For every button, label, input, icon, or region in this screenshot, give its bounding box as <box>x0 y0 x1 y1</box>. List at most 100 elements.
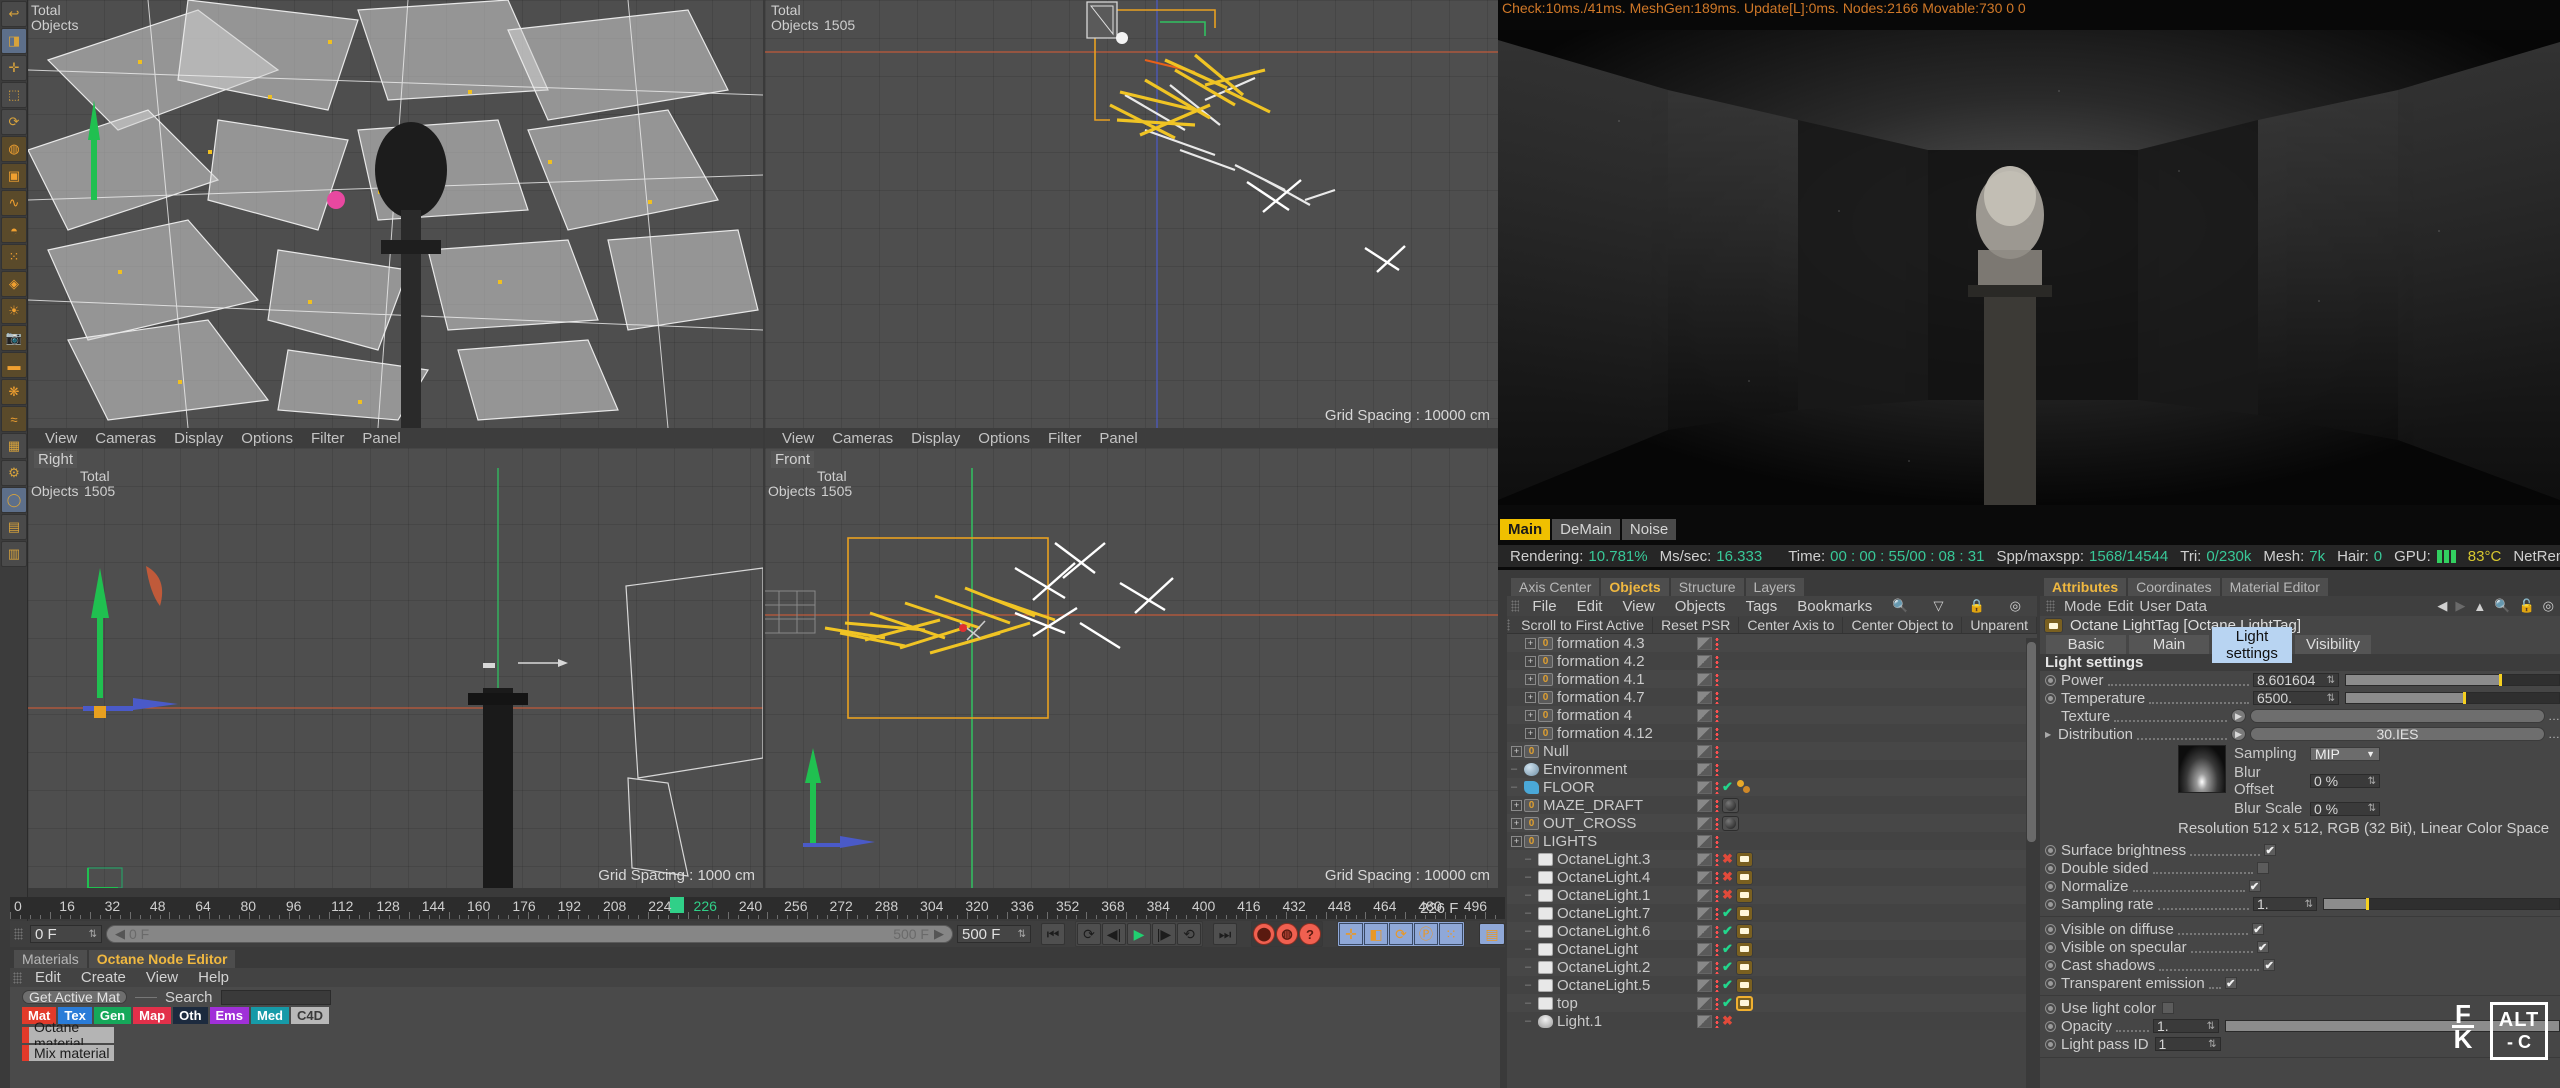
tab-coordinates[interactable]: Coordinates <box>2128 578 2220 596</box>
render-pass-tabs[interactable]: Main DeMain Noise <box>1500 518 1677 540</box>
expand-toggle-icon[interactable]: + <box>1525 691 1536 703</box>
octane-lighttag-icon[interactable] <box>1735 869 1753 885</box>
visibility-dots-icon[interactable] <box>1697 672 1712 686</box>
center-axis-to-button[interactable]: Center Axis to <box>1739 616 1844 633</box>
playback-controls[interactable]: ⟳ ◀| ▶ |▶ ⟲ <box>1075 921 1203 947</box>
normalize-checkbox[interactable]: ✔ <box>2248 880 2261 893</box>
expand-toggle-icon[interactable]: + <box>1525 655 1536 667</box>
disabled-x-icon[interactable]: ✖ <box>1722 869 1733 885</box>
distribution-arrow-icon[interactable]: ▶ <box>2231 727 2246 741</box>
object-row[interactable]: – OctaneLight.6 ✔ <box>1507 922 2037 940</box>
tool-extra-2-icon[interactable]: ▥ <box>1 541 27 567</box>
octane-lighttag-icon[interactable] <box>1735 977 1753 993</box>
menu-view[interactable]: View <box>1612 598 1664 615</box>
tool-undo-icon[interactable]: ↩ <box>1 1 27 27</box>
disabled-x-icon[interactable]: ✖ <box>1722 1013 1733 1029</box>
visible-on-diffuse-checkbox[interactable]: ✔ <box>2251 923 2264 936</box>
visibility-dots-icon[interactable] <box>1697 744 1712 758</box>
scrollbar-thumb[interactable] <box>2027 642 2036 842</box>
node-octane-material[interactable]: Octane material <box>22 1019 114 1051</box>
visibility-dots-icon[interactable] <box>1697 996 1712 1010</box>
attributes-panel[interactable]: Attributes Coordinates Material Editor M… <box>2040 578 2560 1088</box>
timeline-playhead[interactable] <box>670 897 684 913</box>
transparent-emission-radio-icon[interactable] <box>2045 977 2056 989</box>
step-back-button[interactable]: ◀| <box>1102 923 1126 945</box>
vp-menu-options[interactable]: Options <box>232 430 302 447</box>
object-tag-column[interactable] <box>1697 762 1719 776</box>
enable-dots-icon[interactable] <box>1715 780 1719 794</box>
reset-psr-button[interactable]: Reset PSR <box>1653 616 1740 633</box>
center-object-to-button[interactable]: Center Object to <box>1843 616 1963 633</box>
attributes-sub-tabs[interactable]: Basic Main Light settings Visibility <box>2040 626 2560 663</box>
node-editor-menubar[interactable]: Edit Create View Help <box>10 968 1500 987</box>
enabled-check-icon[interactable]: ✔ <box>1722 959 1733 975</box>
enable-dots-icon[interactable] <box>1715 636 1719 650</box>
node-category-tabs[interactable]: Mat Tex Gen Map Oth Ems Med C4D <box>10 1007 1500 1024</box>
visibility-dots-icon[interactable] <box>1697 690 1712 704</box>
visibility-dots-icon[interactable] <box>1697 906 1712 920</box>
expand-toggle-icon[interactable]: + <box>1511 835 1522 847</box>
attributes-panel-tabs[interactable]: Attributes Coordinates Material Editor <box>2040 578 2560 596</box>
opacity-field[interactable]: 1. ⇅ <box>2153 1018 2219 1034</box>
expand-toggle-icon[interactable]: + <box>1511 799 1522 811</box>
light-pass-id-row[interactable]: Light pass ID 1 ⇅ <box>2040 1035 2560 1053</box>
octane-lighttag-icon[interactable] <box>1735 941 1753 957</box>
material-tag-icon[interactable] <box>1722 815 1739 831</box>
viewport-perspective[interactable] <box>28 0 763 428</box>
vp-menu-filter[interactable]: Filter <box>302 430 353 447</box>
object-tag-column[interactable]: ✔ <box>1697 779 1753 795</box>
sampling-dropdown[interactable]: MIP ▼ <box>2310 746 2380 762</box>
viewport-top[interactable]: Grid Spacing : 10000 cm <box>765 0 1498 428</box>
attributes-nav-icons[interactable]: ◀ ▶ ▲ 🔍 🔓 ◎ <box>2437 598 2554 614</box>
object-row[interactable]: +0 Null <box>1507 742 2037 760</box>
visibility-dots-icon[interactable] <box>1697 924 1712 938</box>
target-icon[interactable]: ◎ <box>2543 598 2554 614</box>
texture-tag-icon[interactable] <box>1736 779 1753 795</box>
object-tag-column[interactable] <box>1697 636 1719 650</box>
temperature-row[interactable]: Temperature 6500. ⇅ <box>2040 689 2560 707</box>
ies-preview-block[interactable]: Sampling MIP ▼ Blur Offset 0 % ⇅ Blur Scal… <box>2040 745 2560 817</box>
menu-help[interactable]: Help <box>188 969 239 986</box>
visibility-dots-icon[interactable] <box>1697 726 1712 740</box>
power-value-field[interactable]: 8.601604 ⇅ <box>2253 672 2339 688</box>
play-reverse-button[interactable]: ⟲ <box>1177 923 1201 945</box>
visibility-dots-icon[interactable] <box>1697 870 1712 884</box>
transparent-emission-row[interactable]: Transparent emission ✔ <box>2040 974 2560 992</box>
tool-cube-icon[interactable]: ▣ <box>1 163 27 189</box>
attributes-menubar[interactable]: Mode Edit User Data ◀ ▶ ▲ 🔍 🔓 ◎ <box>2040 596 2560 616</box>
drag-handle-icon[interactable] <box>2046 600 2055 612</box>
distribution-expand-icon[interactable]: ▶ <box>2045 730 2052 739</box>
tool-spline-icon[interactable]: ∿ <box>1 190 27 216</box>
tool-scale-icon[interactable]: ⬚ <box>1 82 27 108</box>
object-row[interactable]: +0 formation 4.12 <box>1507 724 2037 742</box>
lock-icon[interactable]: 🔓 <box>2518 598 2534 614</box>
blur-scale-row[interactable]: Blur Scale 0 % ⇅ <box>2234 800 2380 817</box>
object-tag-column[interactable]: ✖ <box>1697 869 1753 885</box>
enable-dots-icon[interactable] <box>1715 762 1719 776</box>
distribution-row[interactable]: ▶ Distribution ▶ 30.IES … <box>2040 725 2560 743</box>
tab-layers[interactable]: Layers <box>1745 578 1804 596</box>
key-parameter-button[interactable]: Ⓟ <box>1414 923 1438 945</box>
go-to-end-button[interactable]: ⏭ <box>1213 923 1237 945</box>
autokey-button[interactable]: ◍ <box>1276 923 1298 945</box>
menu-view[interactable]: View <box>136 969 188 986</box>
drag-handle-icon[interactable] <box>1511 600 1520 612</box>
object-tag-column[interactable]: ✖ <box>1697 1013 1733 1029</box>
visible-on-diffuse-radio-icon[interactable] <box>2045 923 2056 935</box>
object-manager-icons[interactable]: 🔍 ▽ 🔒 ◎ <box>1882 598 2037 614</box>
distribution-field[interactable]: 30.IES <box>2250 726 2545 742</box>
enable-dots-icon[interactable] <box>1715 1014 1719 1028</box>
category-oth[interactable]: Oth <box>173 1007 208 1024</box>
sampling-row[interactable]: Sampling MIP ▼ <box>2234 745 2380 762</box>
object-tag-column[interactable]: ✔ <box>1697 923 1753 939</box>
object-tag-column[interactable]: ✔ <box>1697 995 1753 1011</box>
tab-structure[interactable]: Structure <box>1670 578 1744 596</box>
menu-objects[interactable]: Objects <box>1665 598 1736 615</box>
object-manager-scrollbar[interactable] <box>2026 638 2037 1088</box>
expand-toggle-icon[interactable]: + <box>1525 727 1536 739</box>
node-editor-toolbar[interactable]: Get Active Mat Search <box>10 987 1500 1007</box>
object-row[interactable]: – OctaneLight.1 ✖ <box>1507 886 2037 904</box>
category-med[interactable]: Med <box>250 1007 289 1024</box>
cast-shadows-row[interactable]: Cast shadows ✔ <box>2040 956 2560 974</box>
disabled-x-icon[interactable]: ✖ <box>1722 851 1733 867</box>
